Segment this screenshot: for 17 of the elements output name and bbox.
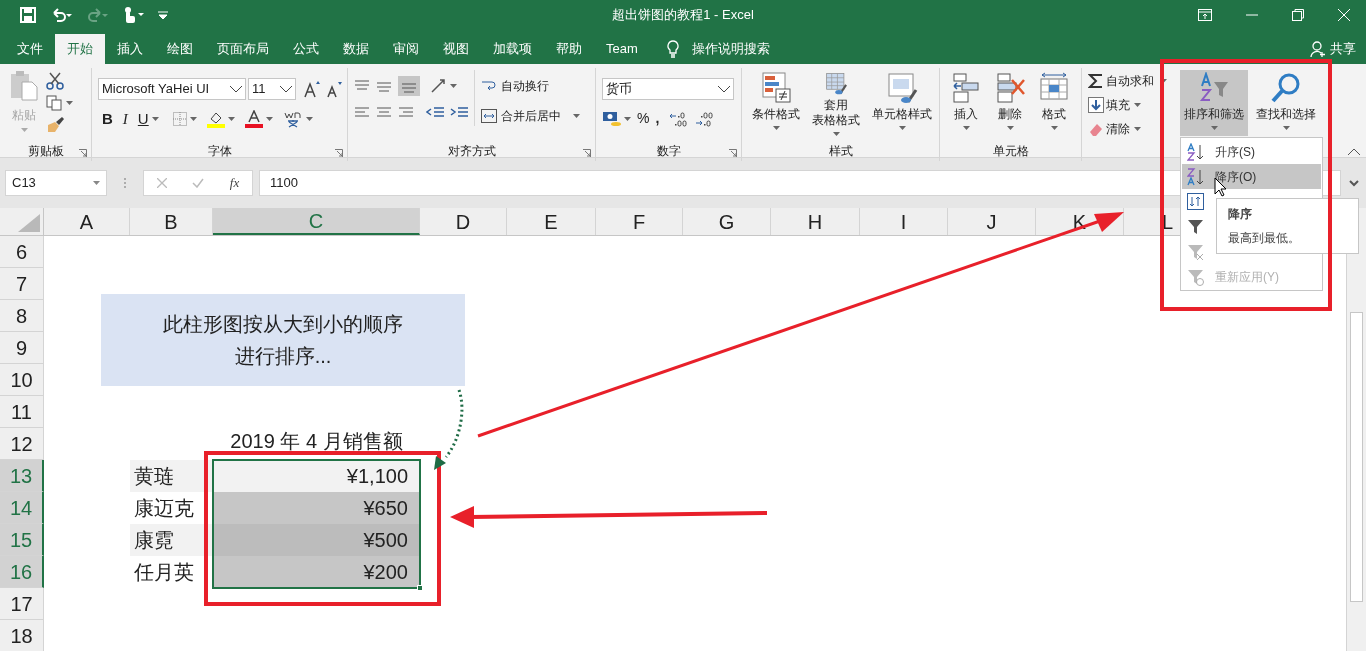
table-title: 2019 年 4 月销售额 xyxy=(229,429,404,454)
value-cell: ¥500 xyxy=(213,524,420,556)
callout-shape: 此柱形图按从大到小的顺序 进行排序... xyxy=(101,294,465,386)
name-cell: 黄琏 xyxy=(130,460,213,492)
group-label: 单元格 xyxy=(992,143,1029,160)
value-cell: ¥1,100 xyxy=(213,460,420,492)
group-label: 对齐方式 xyxy=(447,143,496,160)
tooltip-title: 降序 xyxy=(1228,206,1253,223)
tooltip-text: 最高到最低。 xyxy=(1228,230,1301,247)
group-label: 剪贴板 xyxy=(27,143,64,160)
value-cell: ¥650 xyxy=(213,492,420,524)
name-cell: 康霓 xyxy=(130,524,213,556)
group-label: 数字 xyxy=(656,143,681,160)
group-label: 样式 xyxy=(828,143,853,160)
value-cell: ¥200 xyxy=(213,556,420,588)
group-label: 字体 xyxy=(207,143,232,160)
window-title: 超出饼图的教程1 - Excel xyxy=(612,6,754,25)
